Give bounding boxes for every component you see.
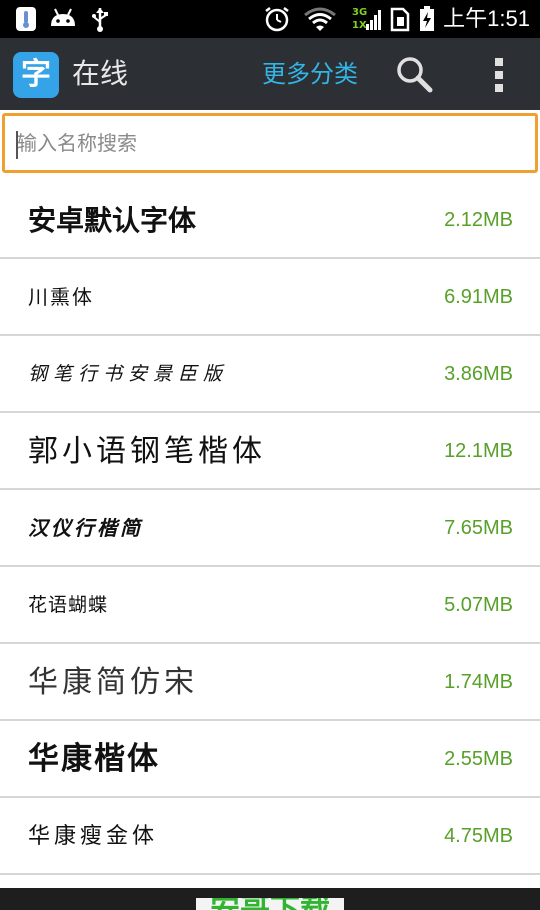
font-name: 华康楷体 <box>28 741 160 777</box>
font-name: 郭小语钢笔楷体 <box>28 434 266 469</box>
font-name: 花语蝴蝶 <box>28 594 109 616</box>
sim-icon <box>390 7 410 32</box>
battery-icon <box>420 6 434 31</box>
banner-text: 安哥下载 <box>196 898 344 910</box>
page-title: 在线 <box>72 57 129 90</box>
font-size: 3.86MB <box>444 363 513 385</box>
overflow-menu-icon[interactable] <box>486 52 512 96</box>
font-list-item[interactable]: 川熏体 6.91MB <box>0 259 540 336</box>
font-size: 5.07MB <box>444 594 513 616</box>
font-list-item[interactable]: 华康楷体 2.55MB <box>0 721 540 798</box>
font-name: 安卓默认字体 <box>28 204 197 237</box>
search-input[interactable] <box>2 113 538 173</box>
search-icon[interactable] <box>394 54 434 94</box>
font-name: 汉仪行楷简 <box>28 516 143 540</box>
signal-icon <box>366 10 381 30</box>
wifi-icon <box>304 7 336 31</box>
alarm-icon <box>265 7 289 32</box>
font-list-item[interactable]: 花语蝴蝶 5.07MB <box>0 567 540 644</box>
font-name: 钢笔行书安景臣版 <box>28 363 229 385</box>
font-name: 川熏体 <box>28 285 94 309</box>
android-icon <box>51 8 75 26</box>
font-size: 2.12MB <box>444 209 513 231</box>
font-list-item[interactable]: 郭小语钢笔楷体 12.1MB <box>0 413 540 490</box>
font-list: 安卓默认字体 2.12MB 川熏体 6.91MB 钢笔行书安景臣版 3.86MB… <box>0 182 540 875</box>
text-cursor <box>16 131 18 159</box>
font-list-item[interactable]: 钢笔行书安景臣版 3.86MB <box>0 336 540 413</box>
font-size: 6.91MB <box>444 286 513 308</box>
font-name: 华康简仿宋 <box>28 665 198 700</box>
more-categories-button[interactable]: 更多分类 <box>262 56 358 92</box>
ad-banner[interactable]: 安哥下载 <box>196 898 344 910</box>
font-list-item[interactable]: 安卓默认字体 2.12MB <box>0 182 540 259</box>
status-time: 上午1:51 <box>443 6 530 31</box>
font-size: 7.65MB <box>444 517 513 539</box>
font-list-item[interactable]: 华康瘦金体 4.75MB <box>0 798 540 875</box>
app-logo-icon[interactable]: 字 <box>13 52 59 98</box>
bottom-bar: 安哥下载 <box>0 888 540 910</box>
font-name: 华康瘦金体 <box>28 824 159 849</box>
search-bar <box>0 111 540 177</box>
thermometer-icon <box>16 7 36 31</box>
font-size: 2.55MB <box>444 748 513 770</box>
font-size: 12.1MB <box>444 440 513 462</box>
font-size: 4.75MB <box>444 825 513 847</box>
font-size: 1.74MB <box>444 671 513 693</box>
status-bar: 3G 1X 上午1:51 <box>0 0 540 38</box>
font-list-item[interactable]: 华康简仿宋 1.74MB <box>0 644 540 721</box>
action-bar: 字 在线 更多分类 <box>0 38 540 110</box>
font-list-item[interactable]: 汉仪行楷简 7.65MB <box>0 490 540 567</box>
usb-icon <box>92 8 108 32</box>
